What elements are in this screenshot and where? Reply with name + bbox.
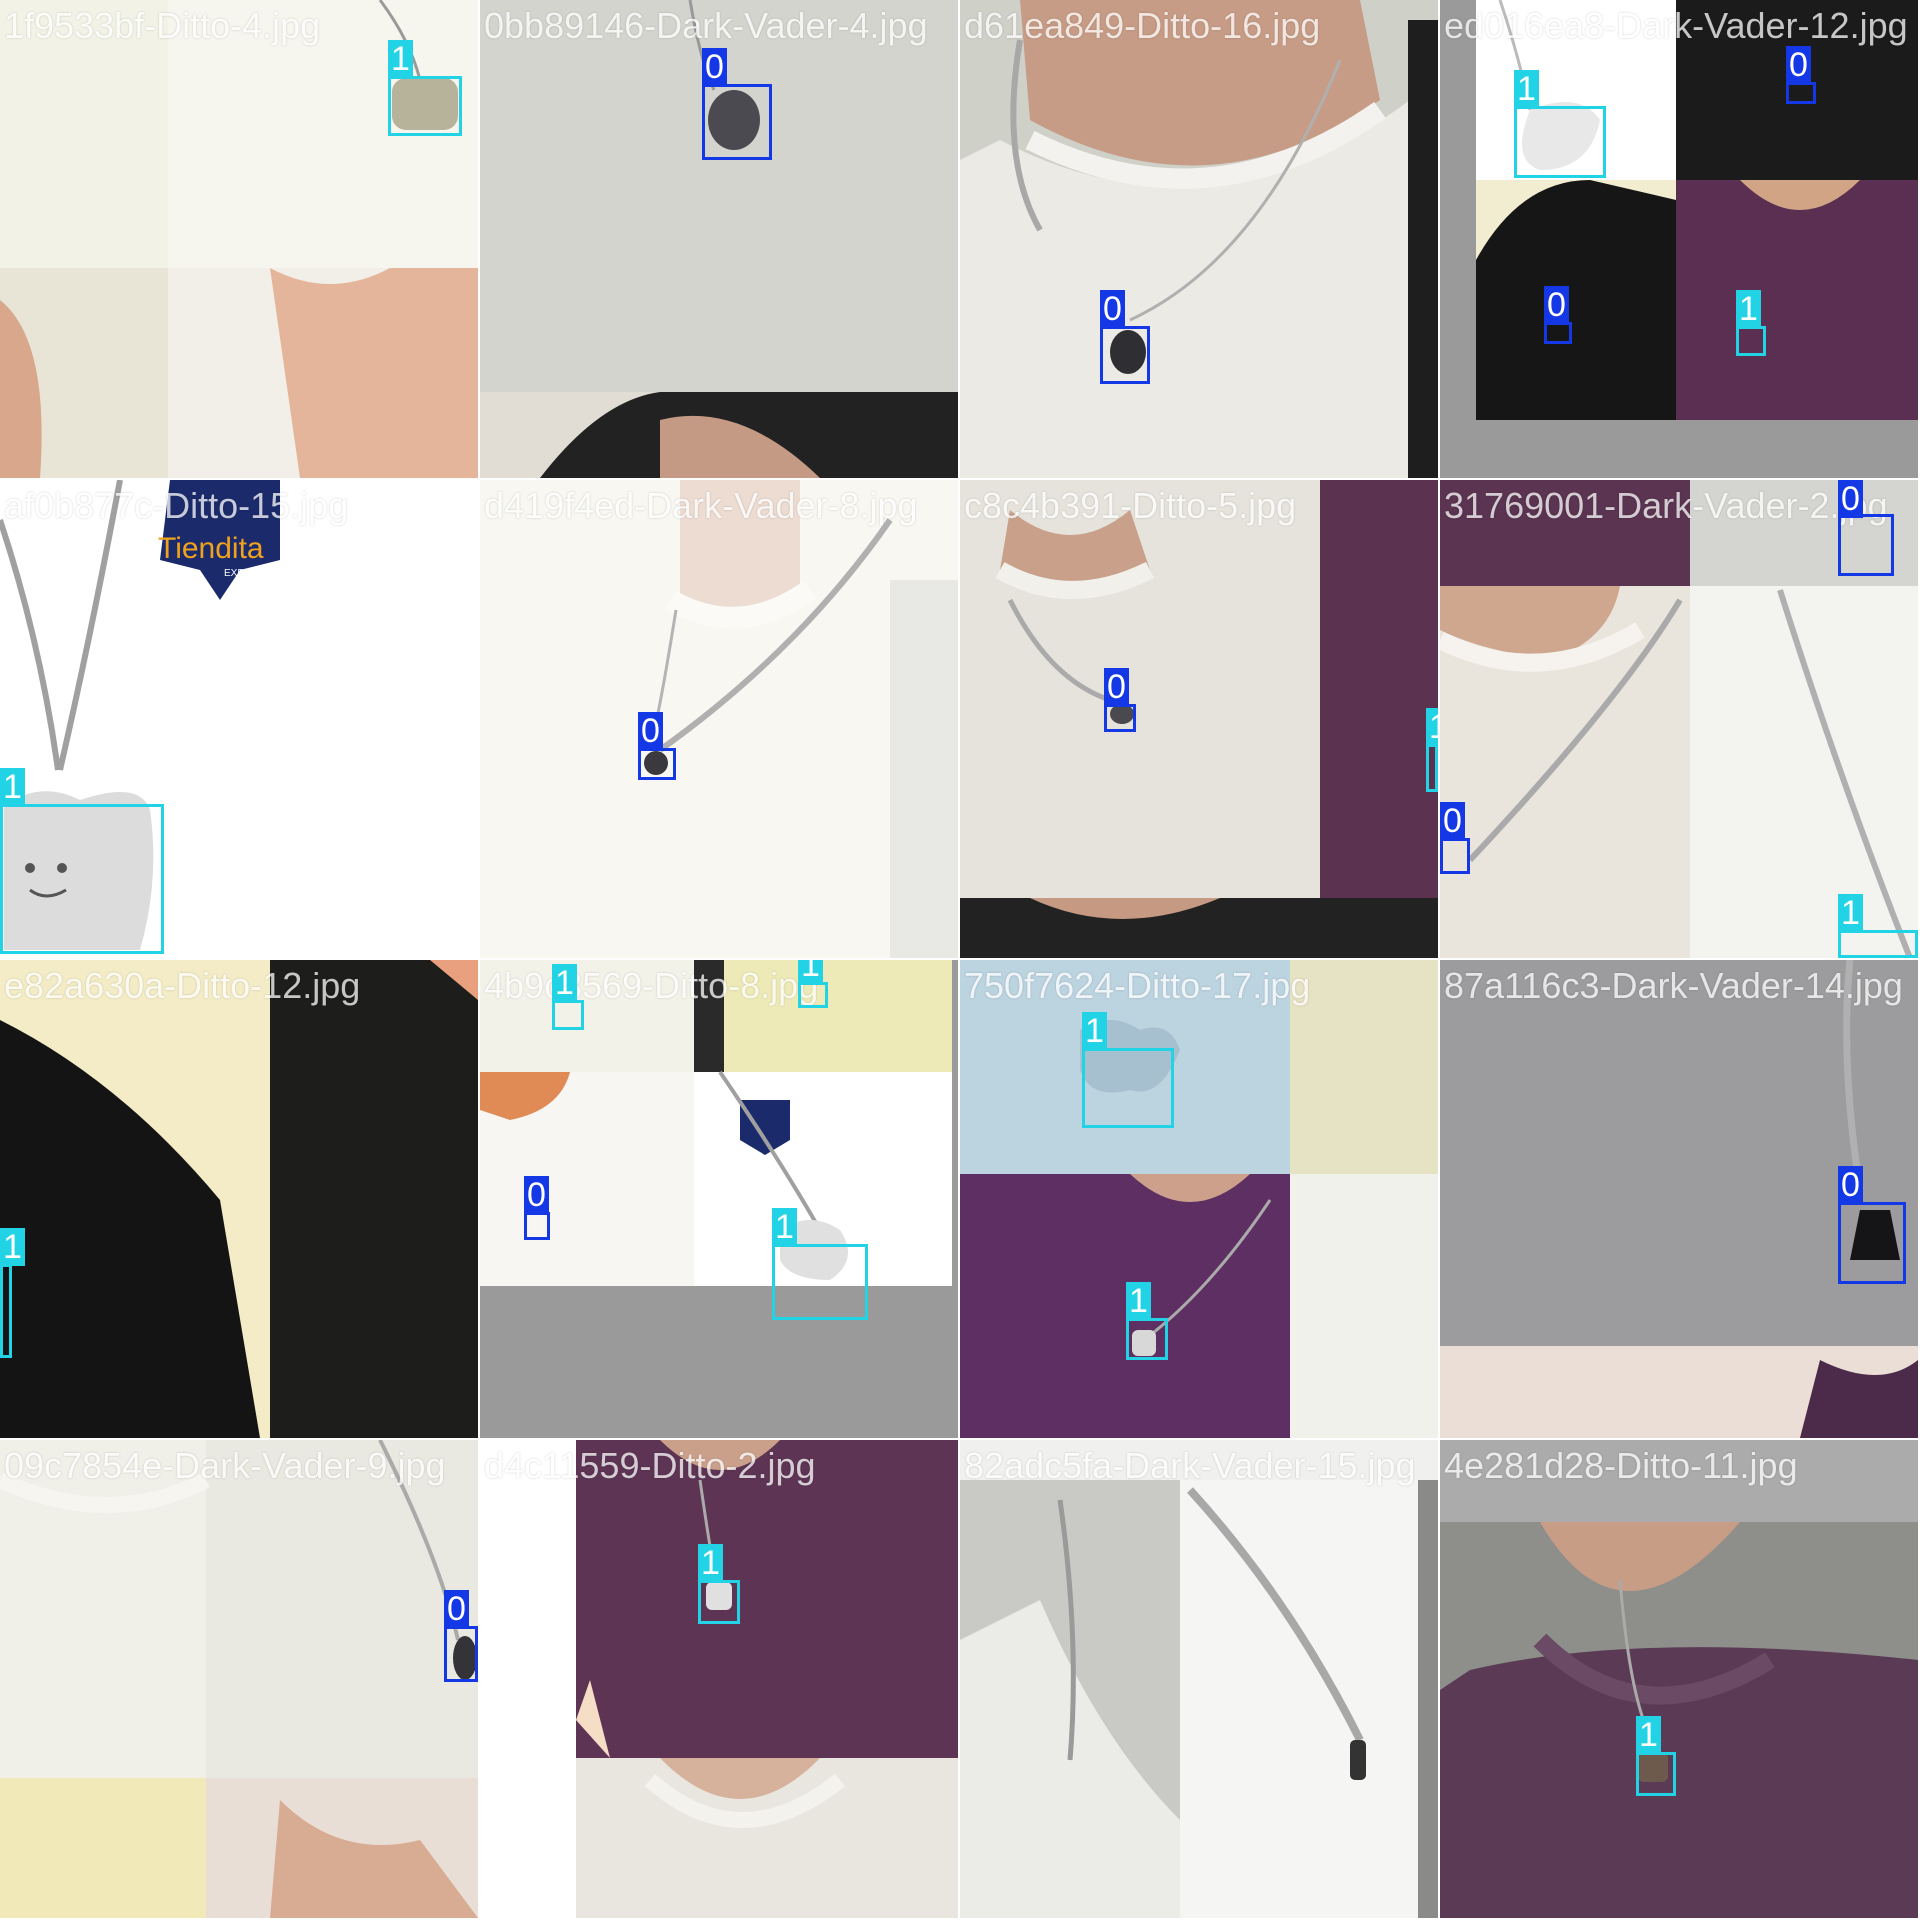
- class-label: 0: [702, 48, 727, 86]
- bounding-box: [1440, 838, 1470, 874]
- tile-filename: af0b877c-Ditto-15.jpg: [4, 485, 349, 526]
- mosaic-tile: Tiendita EXPRESS af0b877c-Ditto-15.jpg 1: [0, 480, 478, 958]
- bounding-box: [0, 804, 164, 954]
- class-label: 1: [388, 40, 413, 78]
- tile-photo: [1440, 1440, 1918, 1918]
- tile-photo: [960, 0, 1438, 478]
- tile-photo: [480, 960, 958, 1438]
- class-label: 1: [1514, 70, 1539, 108]
- mosaic-tile: d4c11559-Ditto-2.jpg 1: [480, 1440, 958, 1918]
- bounding-box: [388, 76, 462, 136]
- class-label: 1: [552, 964, 577, 1002]
- mosaic-tile: 4b9c3569-Ditto-8.jpg 1 1 0 1: [480, 960, 958, 1438]
- mosaic-tile: 87a116c3-Dark-Vader-14.jpg 0: [1440, 960, 1918, 1438]
- tile-photo: [960, 960, 1438, 1438]
- class-label: 1: [1426, 708, 1438, 746]
- bounding-box: [0, 1264, 12, 1358]
- tile-filename: ed016ea8-Dark-Vader-12.jpg: [1444, 5, 1908, 46]
- bounding-box: [1838, 930, 1918, 958]
- tile-photo: [0, 960, 478, 1438]
- bounding-box: [1838, 514, 1894, 576]
- tile-filename: 09c7854e-Dark-Vader-9.jpg: [4, 1445, 446, 1486]
- bounding-box: [1126, 1318, 1168, 1360]
- logo-subtext: EXPRESS: [224, 568, 272, 579]
- class-label: 1: [1126, 1282, 1151, 1320]
- tile-filename: 31769001-Dark-Vader-2.jpg: [1444, 485, 1888, 526]
- class-label: 0: [1100, 290, 1125, 328]
- class-label: 0: [1786, 46, 1811, 84]
- bounding-box: [798, 982, 828, 1008]
- mosaic-tile: 1f9533bf-Ditto-4.jpg 1: [0, 0, 478, 478]
- tile-filename: 4e281d28-Ditto-11.jpg: [1444, 1445, 1798, 1486]
- bounding-box: [772, 1244, 868, 1320]
- mosaic-tile: 750f7624-Ditto-17.jpg 1 1: [960, 960, 1438, 1438]
- class-label: 0: [444, 1590, 469, 1628]
- mosaic-tile: 31769001-Dark-Vader-2.jpg 0 0 1: [1440, 480, 1918, 958]
- bounding-box: [552, 1000, 584, 1030]
- class-label: 1: [798, 960, 823, 984]
- tile-filename: 1f9533bf-Ditto-4.jpg: [4, 5, 321, 46]
- tile-filename: c8c4b391-Ditto-5.jpg: [964, 485, 1297, 526]
- mosaic-tile: 0bb89146-Dark-Vader-4.jpg 0: [480, 0, 958, 478]
- mosaic-tile: 82adc5fa-Dark-Vader-15.jpg: [960, 1440, 1438, 1918]
- bounding-box: [1514, 106, 1606, 178]
- mosaic-tile: ed016ea8-Dark-Vader-12.jpg 0 1 0 1: [1440, 0, 1918, 478]
- class-label: 1: [0, 768, 25, 806]
- bounding-box: [1736, 326, 1766, 356]
- training-batch-mosaic: 1f9533bf-Ditto-4.jpg 1 0bb89146-Dark-Vad…: [0, 0, 1920, 1920]
- class-label: 1: [1736, 290, 1761, 328]
- bounding-box: [1544, 322, 1572, 344]
- mosaic-tile: 09c7854e-Dark-Vader-9.jpg 0: [0, 1440, 478, 1918]
- bounding-box: [698, 1580, 740, 1624]
- bounding-box: [1100, 326, 1150, 384]
- class-label: 0: [524, 1176, 549, 1214]
- logo-text: Tiendita: [158, 532, 264, 565]
- class-label: 0: [1104, 668, 1129, 706]
- bounding-box: [702, 84, 772, 160]
- mosaic-tile: e82a630a-Ditto-12.jpg 1: [0, 960, 478, 1438]
- bounding-box: [524, 1212, 550, 1240]
- tile-filename: 82adc5fa-Dark-Vader-15.jpg: [964, 1445, 1416, 1486]
- class-label: 0: [1440, 802, 1465, 840]
- tile-photo: [960, 1440, 1438, 1918]
- tile-filename: 4b9c3569-Ditto-8.jpg: [484, 965, 819, 1006]
- tile-photo: [1440, 0, 1918, 478]
- tile-filename: 0bb89146-Dark-Vader-4.jpg: [484, 5, 928, 46]
- class-label: 1: [0, 1228, 25, 1266]
- tile-filename: 87a116c3-Dark-Vader-14.jpg: [1444, 965, 1903, 1006]
- tile-filename: d419f4ed-Dark-Vader-8.jpg: [484, 485, 918, 526]
- class-label: 0: [1838, 1166, 1863, 1204]
- mosaic-tile: d61ea849-Ditto-16.jpg 0: [960, 0, 1438, 478]
- mosaic-tile: 4e281d28-Ditto-11.jpg 1: [1440, 1440, 1918, 1918]
- tile-photo: [480, 1440, 958, 1918]
- class-label: 1: [772, 1208, 797, 1246]
- tile-photo: [960, 480, 1438, 958]
- bounding-box: [1636, 1752, 1676, 1796]
- bounding-box: [1838, 1202, 1906, 1284]
- tile-filename: 750f7624-Ditto-17.jpg: [964, 965, 1311, 1006]
- class-label: 1: [1838, 894, 1863, 932]
- class-label: 0: [1838, 480, 1863, 518]
- class-label: 1: [698, 1544, 723, 1582]
- class-label: 1: [1082, 1012, 1107, 1050]
- class-label: 0: [638, 712, 663, 750]
- class-label: 1: [1636, 1716, 1661, 1754]
- tile-photo: [480, 480, 958, 958]
- bounding-box: [638, 748, 676, 780]
- mosaic-tile: d419f4ed-Dark-Vader-8.jpg 0: [480, 480, 958, 958]
- tile-filename: d4c11559-Ditto-2.jpg: [484, 1445, 816, 1486]
- tile-filename: d61ea849-Ditto-16.jpg: [964, 5, 1321, 46]
- bounding-box: [1426, 744, 1438, 792]
- tile-filename: e82a630a-Ditto-12.jpg: [4, 965, 361, 1006]
- bounding-box: [1082, 1048, 1174, 1128]
- mosaic-tile: c8c4b391-Ditto-5.jpg 0 1: [960, 480, 1438, 958]
- bounding-box: [1786, 82, 1816, 104]
- class-label: 0: [1544, 286, 1569, 324]
- tile-photo: [0, 1440, 478, 1918]
- bounding-box: [1104, 704, 1136, 732]
- bounding-box: [444, 1626, 478, 1682]
